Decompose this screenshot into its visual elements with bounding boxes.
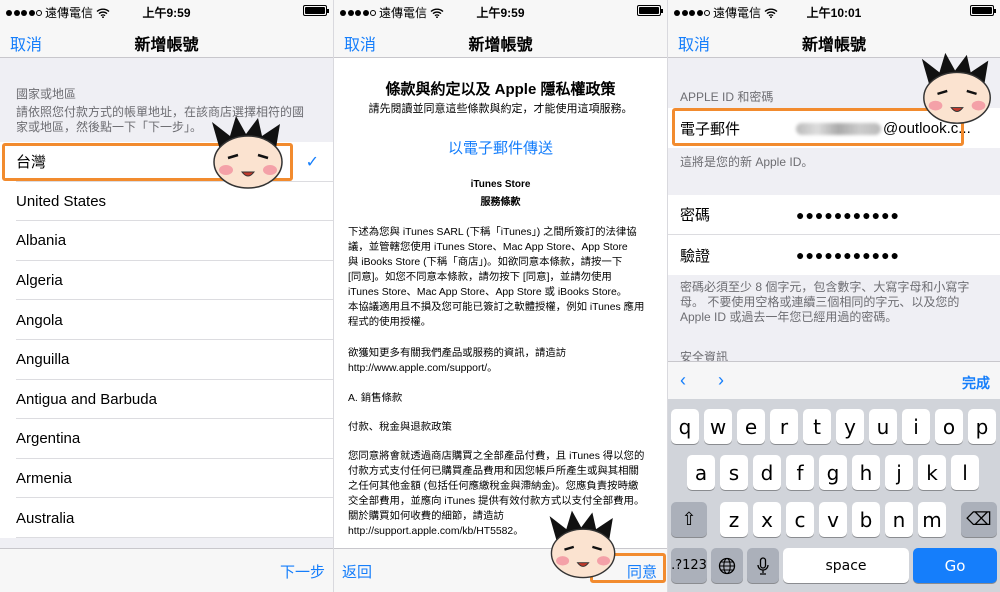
country-label: Algeria <box>16 272 63 290</box>
country-label: United States <box>16 192 107 210</box>
nav-bar: 取消 新增帳號 <box>334 22 667 58</box>
password-label: 密碼 <box>680 207 711 224</box>
country-row[interactable]: Australia <box>0 498 333 538</box>
terms-paragraph-3: A. 銷售條款 <box>348 393 403 404</box>
country-label: Albania <box>16 232 67 250</box>
store-terms-heading: 服務條款 <box>480 197 521 208</box>
keyboard: q w e r t y u i o p a s d f g h j k l ⇧ … <box>668 399 1000 592</box>
country-label: Antigua and Barbuda <box>16 390 157 408</box>
country-label: Argentina <box>16 430 81 448</box>
key-g[interactable]: g <box>819 455 847 490</box>
terms-title: 條款與約定以及 Apple 隱私權政策 <box>385 81 616 98</box>
keyboard-accessory-bar: ‹ › 完成 <box>668 361 1000 399</box>
battery-icon <box>970 5 996 16</box>
password-note-line3: Apple ID 或過去一年您已經用過的密碼。 <box>680 310 898 324</box>
key-r[interactable]: r <box>770 409 798 444</box>
password-field[interactable]: 密碼 ●●●●●●●●●●● <box>668 195 1000 235</box>
status-time: 上午10:01 <box>806 6 862 20</box>
section-note-line2: 家或地區，然後點一下「下一步」。 <box>16 120 203 134</box>
country-row[interactable]: Argentina <box>0 419 333 459</box>
battery-icon <box>303 5 329 16</box>
country-label: Armenia <box>16 470 72 488</box>
key-j[interactable]: j <box>885 455 913 490</box>
go-button[interactable]: Go <box>913 548 997 583</box>
key-z[interactable]: z <box>720 502 748 537</box>
terms-subtitle: 請先閱讀並同意這些條款與約定，才能使用這項服務。 <box>368 103 633 115</box>
country-list: 台灣 ✓ United States Albania Algeria Angola… <box>0 142 333 538</box>
terms-paragraph-4: 付款、稅金與退款政策 <box>348 422 452 433</box>
nav-title: 新增帳號 <box>134 37 199 54</box>
section-header: 國家或地區 <box>16 87 77 101</box>
bottom-toolbar: 下一步 <box>0 548 333 592</box>
back-button[interactable]: 返回 <box>342 561 372 582</box>
status-bar: 遠傳電信 上午9:59 <box>334 0 667 22</box>
key-y[interactable]: y <box>836 409 864 444</box>
verify-label: 驗證 <box>680 247 711 265</box>
password-value: ●●●●●●●●●●● <box>796 206 901 223</box>
key-q[interactable]: q <box>671 409 699 444</box>
key-k[interactable]: k <box>918 455 946 490</box>
country-label: Anguilla <box>16 351 70 369</box>
chevron-right-icon[interactable]: › <box>718 370 724 391</box>
nav-bar: 取消 新增帳號 <box>0 22 333 58</box>
country-row[interactable]: Albania <box>0 221 333 261</box>
terms-screen: 遠傳電信 上午9:59 取消 新增帳號 條款與約定以及 Apple 隱私權政策 … <box>334 0 667 592</box>
microphone-icon[interactable] <box>747 548 779 583</box>
delete-icon[interactable]: ⌫ <box>961 502 997 537</box>
key-h[interactable]: h <box>852 455 880 490</box>
key-w[interactable]: w <box>704 409 732 444</box>
key-p[interactable]: p <box>968 409 996 444</box>
apple-id-group-header: APPLE ID 和密碼 <box>680 90 774 104</box>
key-m[interactable]: m <box>918 502 946 537</box>
key-d[interactable]: d <box>753 455 781 490</box>
done-button[interactable]: 完成 <box>962 373 990 393</box>
status-time: 上午9:59 <box>476 6 525 20</box>
status-bar: 遠傳電信 上午10:01 <box>668 0 1000 22</box>
key-b[interactable]: b <box>852 502 880 537</box>
key-l[interactable]: l <box>951 455 979 490</box>
key-n[interactable]: n <box>885 502 913 537</box>
next-button[interactable]: 下一步 <box>280 561 325 582</box>
checkmark-icon: ✓ <box>305 153 319 171</box>
key-f[interactable]: f <box>786 455 814 490</box>
key-o[interactable]: o <box>935 409 963 444</box>
email-note: 這將是您的新 Apple ID。 <box>680 155 814 169</box>
key-c[interactable]: c <box>786 502 814 537</box>
terms-paragraph-1: 下述為您與 iTunes SARL (下稱「iTunes」) 之間所簽訂的法律協… <box>348 227 645 328</box>
cartoon-face-icon <box>921 52 991 124</box>
key-a[interactable]: a <box>687 455 715 490</box>
country-row[interactable]: Anguilla <box>0 340 333 380</box>
key-s[interactable]: s <box>720 455 748 490</box>
verify-value: ●●●●●●●●●●● <box>796 247 901 263</box>
terms-paragraph-2: 欲獲知更多有關我們產品或服務的資訊，請造訪 http://www.apple.co… <box>348 348 567 374</box>
chevron-left-icon[interactable]: ‹ <box>680 370 686 391</box>
country-row[interactable]: Antigua and Barbuda <box>0 380 333 420</box>
apple-id-form-screen: 遠傳電信 上午10:01 取消 新增帳號 APPLE ID 和密碼 電子郵件 @… <box>668 0 1000 592</box>
cartoon-face-icon <box>549 510 616 579</box>
globe-icon[interactable] <box>711 548 743 583</box>
country-row[interactable]: Armenia <box>0 459 333 499</box>
shift-icon[interactable]: ⇧ <box>671 502 707 537</box>
status-time: 上午9:59 <box>142 6 191 20</box>
key-t[interactable]: t <box>803 409 831 444</box>
country-row[interactable]: Angola <box>0 300 333 340</box>
battery-icon <box>637 5 663 16</box>
country-select-screen: 遠傳電信 上午9:59 取消 新增帳號 國家或地區 請依照您付款方式的帳單地址，… <box>0 0 333 592</box>
key-x[interactable]: x <box>753 502 781 537</box>
status-bar: 遠傳電信 上午9:59 <box>0 0 333 22</box>
key-u[interactable]: u <box>869 409 897 444</box>
country-label: Angola <box>16 311 63 329</box>
cartoon-face-icon <box>212 116 283 189</box>
verify-password-field[interactable]: 驗證 ●●●●●●●●●●● <box>668 235 1000 275</box>
country-label: Australia <box>16 509 75 527</box>
numbers-key[interactable]: .?123 <box>671 548 707 583</box>
key-e[interactable]: e <box>737 409 765 444</box>
country-row[interactable]: Algeria <box>0 261 333 301</box>
key-v[interactable]: v <box>819 502 847 537</box>
send-by-email-link[interactable]: 以電子郵件傳送 <box>334 137 667 158</box>
nav-title: 新增帳號 <box>468 37 533 54</box>
store-name: iTunes Store <box>470 179 531 190</box>
key-i[interactable]: i <box>902 409 930 444</box>
space-key[interactable]: space <box>783 548 909 583</box>
